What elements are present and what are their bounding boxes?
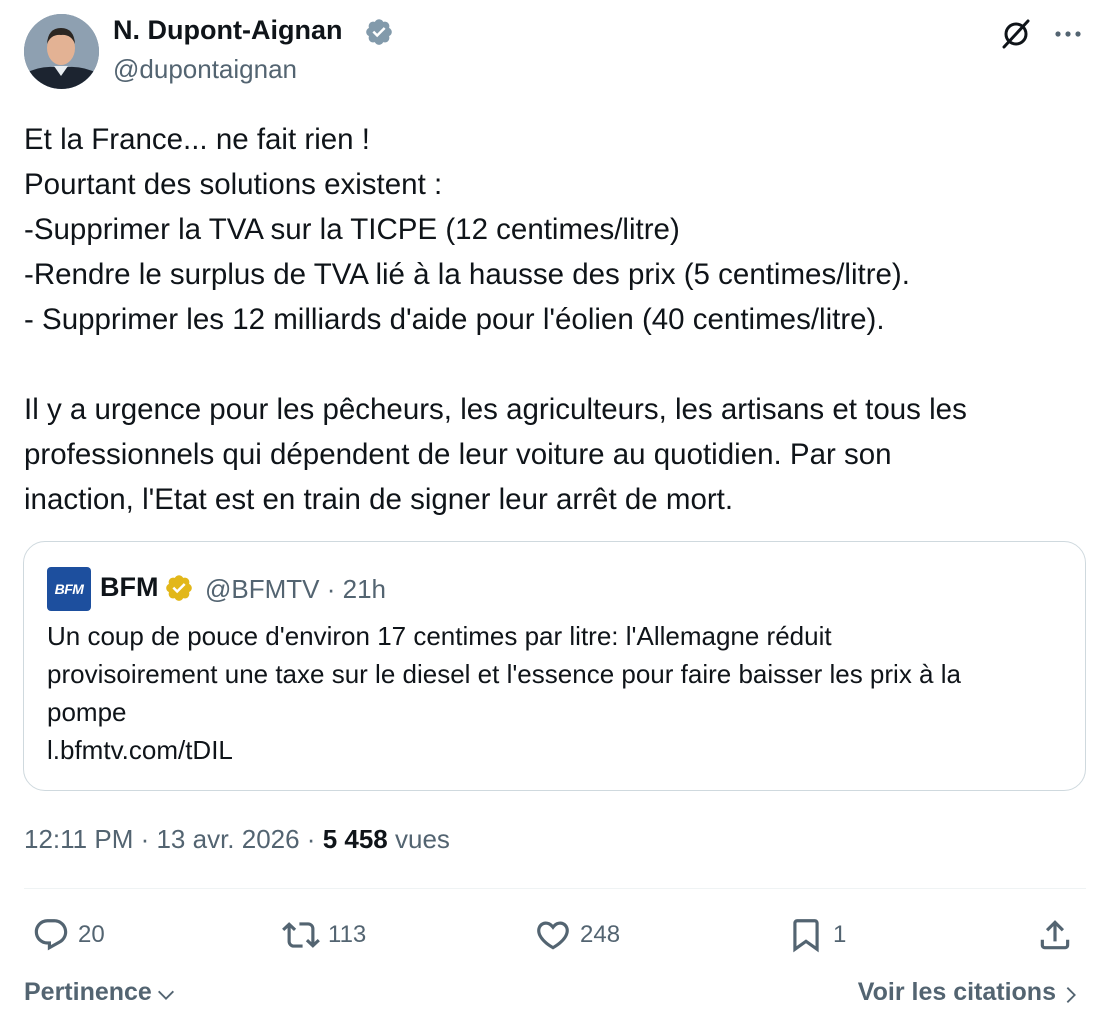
author-handle[interactable]: @dupontaignan: [113, 54, 297, 85]
tweet-line: - Supprimer les 12 milliards d'aide pour…: [24, 303, 885, 336]
tweet-line: Il y a urgence pour les pêcheurs, les ag…: [24, 393, 967, 426]
tweet-text: Et la France... ne fait rien ! Pourtant …: [24, 117, 1086, 522]
like-count: 248: [580, 921, 621, 948]
chevron-down-icon: [157, 990, 174, 1000]
verified-gold-badge-icon: [166, 575, 192, 601]
share-button[interactable]: [1036, 913, 1074, 957]
sort-dropdown[interactable]: Pertinence: [24, 978, 177, 1007]
quoted-link: l.bfmtv.com/tDIL: [47, 735, 233, 765]
sort-label: Pertinence: [24, 978, 152, 1006]
views-label: vues: [387, 824, 450, 854]
quoted-tweet-text: Un coup de pouce d'environ 17 centimes p…: [47, 617, 1067, 769]
like-button[interactable]: 248: [534, 913, 620, 957]
bookmark-icon: [793, 919, 819, 953]
quoted-author-name[interactable]: BFM: [100, 572, 158, 603]
grok-icon[interactable]: [998, 16, 1034, 52]
verified-badge-icon[interactable]: [364, 17, 394, 47]
author-avatar[interactable]: [24, 14, 99, 89]
view-quotes-label: Voir les citations: [857, 978, 1056, 1006]
heart-icon: [537, 921, 569, 950]
tweet-line: inaction, l'Etat est en train de signer …: [24, 483, 734, 516]
tweet-line: -Supprimer la TVA sur la TICPE (12 centi…: [24, 213, 680, 246]
tweet-line: professionnels qui dépendent de leur voi…: [24, 438, 892, 471]
more-icon[interactable]: [1052, 18, 1084, 50]
views-count: 5 458: [322, 824, 388, 854]
retweet-count: 113: [328, 921, 367, 948]
quoted-line: provisoirement une taxe sur le diesel et…: [47, 659, 961, 689]
retweet-button[interactable]: 113: [282, 913, 366, 957]
quoted-line: Un coup de pouce d'environ 17 centimes p…: [47, 621, 832, 651]
tweet-timestamp[interactable]: 12:11 PM · 13 avr. 2026 ·: [24, 824, 323, 854]
quoted-handle-time[interactable]: @BFMTV · 21h: [205, 574, 386, 605]
tweet-line: Et la France... ne fait rien !: [24, 123, 370, 156]
tweet-meta: 12:11 PM · 13 avr. 2026 · 5 458 vues: [24, 824, 450, 855]
view-quotes-link[interactable]: Voir les citations: [858, 978, 1082, 1007]
reply-button[interactable]: 20: [32, 913, 105, 957]
chevron-right-icon: [1066, 986, 1076, 1003]
quoted-line: pompe: [47, 697, 127, 727]
author-name[interactable]: N. Dupont-Aignan: [113, 15, 342, 46]
tweet-line: Pourtant des solutions existent :: [24, 168, 443, 201]
reply-count: 20: [78, 921, 105, 948]
bookmark-button[interactable]: 1: [787, 913, 846, 957]
quoted-avatar-logo[interactable]: BFM: [47, 567, 91, 611]
tweet-line: -Rendre le surplus de TVA lié à la hauss…: [24, 258, 910, 291]
share-icon: [1040, 920, 1070, 950]
divider: [24, 888, 1086, 889]
quoted-tweet-card[interactable]: BFM BFM @BFMTV · 21h Un coup de pouce d'…: [23, 541, 1086, 791]
bookmark-count: 1: [833, 921, 847, 948]
reply-icon: [34, 919, 68, 951]
retweet-icon: [282, 922, 320, 948]
